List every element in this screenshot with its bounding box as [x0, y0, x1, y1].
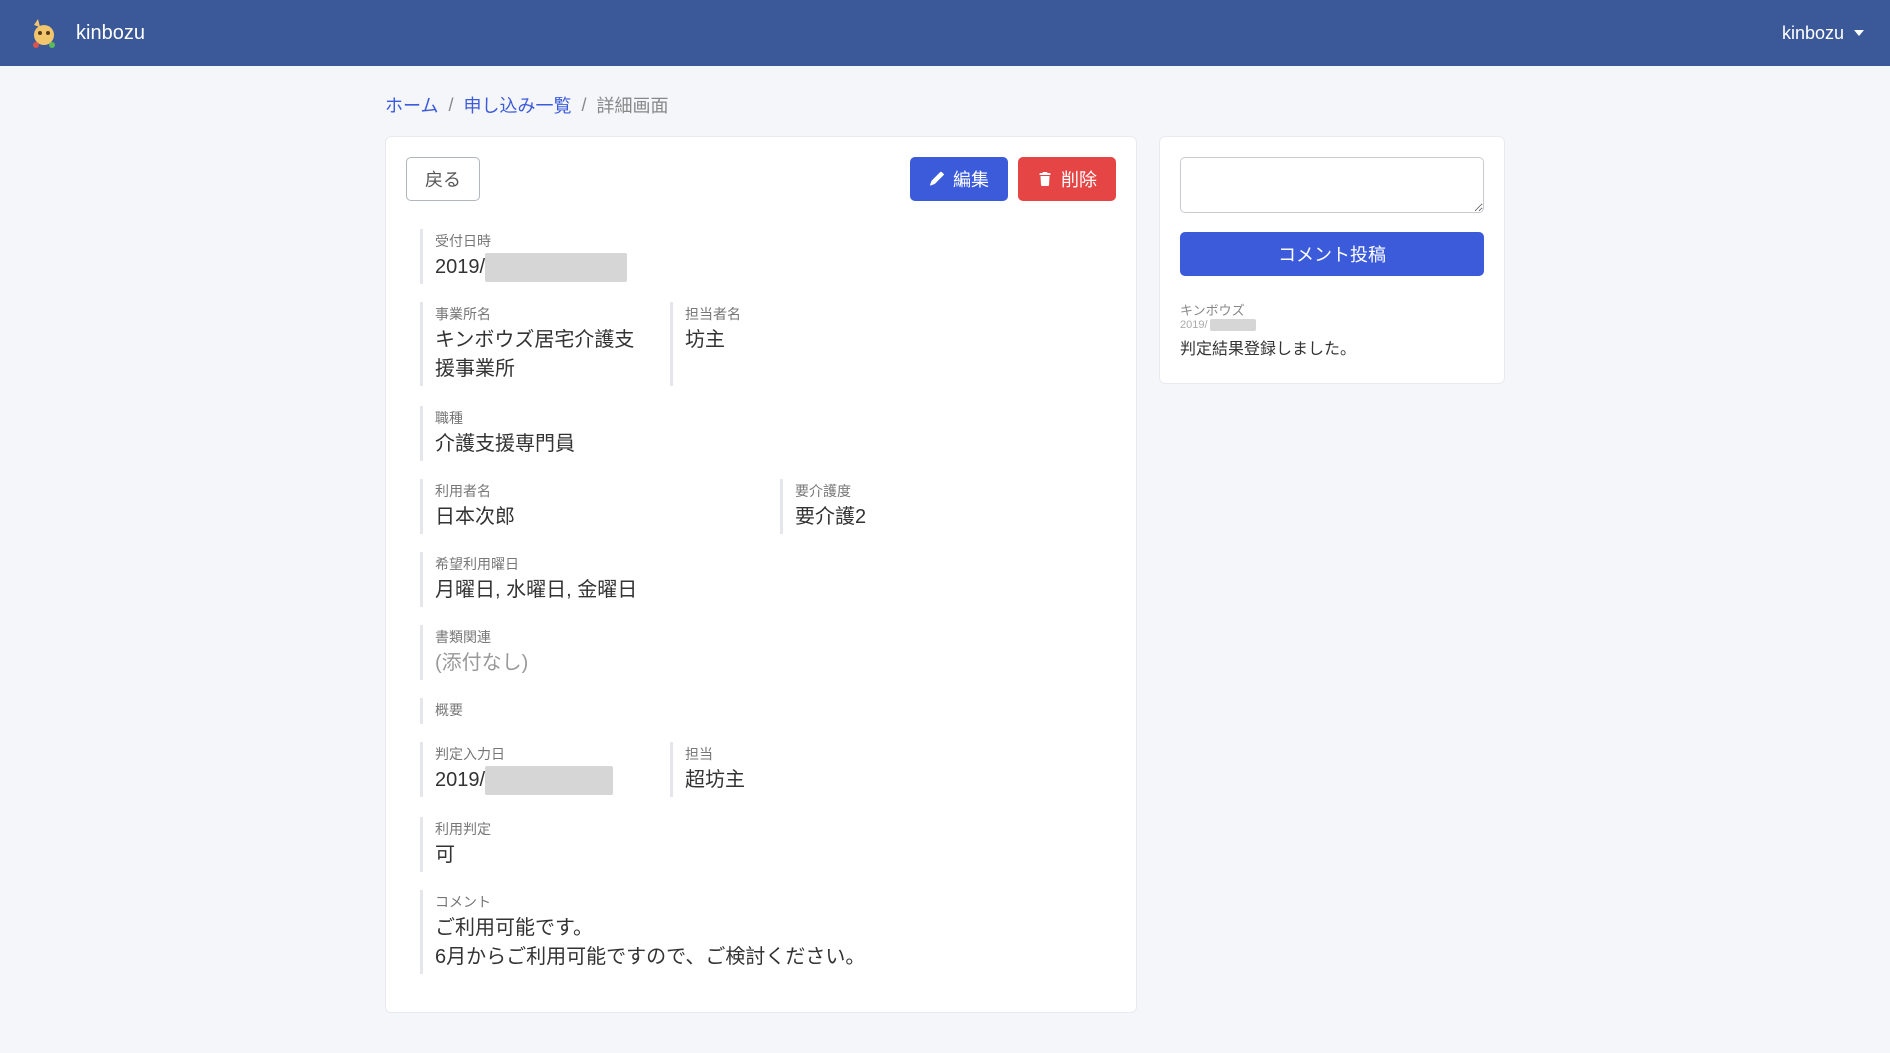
field-label: 希望利用曜日 — [435, 554, 1116, 574]
breadcrumb-list[interactable]: 申し込み一覧 — [463, 92, 571, 118]
field-judge-date: 判定入力日 2019/█████████ — [420, 742, 650, 797]
edit-icon — [929, 171, 945, 187]
field-label: コメント — [435, 892, 1116, 912]
delete-button[interactable]: 削除 — [1018, 157, 1116, 201]
field-desired-days: 希望利用曜日 月曜日, 水曜日, 金曜日 — [420, 552, 1116, 607]
comment-item: キンボウズ 2019/██████ 判定結果登録しました。 — [1180, 300, 1484, 359]
navbar-brand-group[interactable]: kinbozu — [26, 15, 145, 51]
field-person: 担当者名 坊主 — [670, 302, 900, 386]
redacted-text: ██████████ — [485, 253, 627, 282]
field-label: 職種 — [435, 408, 650, 428]
field-value: 坊主 — [685, 326, 900, 355]
field-value: ご利用可能です。 6月からご利用可能ですので、ご検討ください。 — [435, 914, 1116, 972]
trash-icon — [1037, 171, 1053, 187]
field-label: 判定入力日 — [435, 744, 650, 764]
field-docs: 書類関連 (添付なし) — [420, 625, 1116, 680]
chevron-down-icon — [1854, 30, 1864, 36]
brand-text: kinbozu — [76, 22, 145, 45]
field-value: 介護支援専門員 — [435, 430, 650, 459]
detail-toolbar: 戻る 編集 削除 — [406, 157, 1116, 201]
field-value: 可 — [435, 841, 650, 870]
comment-submit-button[interactable]: コメント投稿 — [1180, 232, 1484, 276]
user-menu[interactable]: kinbozu — [1782, 23, 1864, 44]
redacted-text: ██████ — [1210, 319, 1257, 331]
breadcrumb: ホーム / 申し込み一覧 / 詳細画面 — [385, 86, 1505, 136]
breadcrumb-home[interactable]: ホーム — [385, 92, 438, 118]
comment-body: 判定結果登録しました。 — [1180, 335, 1484, 359]
field-label: 利用判定 — [435, 819, 650, 839]
field-label: 担当者名 — [685, 304, 900, 324]
field-label: 要介護度 — [795, 481, 1000, 501]
field-care-level: 要介護度 要介護2 — [780, 479, 1000, 534]
redacted-text: █████████ — [485, 766, 613, 795]
field-overview: 概要 — [420, 698, 1116, 724]
field-label: 利用者名 — [435, 481, 760, 501]
field-value: 超坊主 — [685, 766, 900, 795]
breadcrumb-separator: / — [581, 95, 586, 116]
user-menu-label: kinbozu — [1782, 23, 1844, 44]
field-value: 2019/█████████ — [435, 766, 650, 795]
field-label: 受付日時 — [435, 231, 1116, 251]
field-assignee: 担当 超坊主 — [670, 742, 900, 797]
field-judgement: 利用判定 可 — [420, 817, 650, 872]
field-value: (添付なし) — [435, 649, 1116, 678]
comment-date: 2019/██████ — [1180, 319, 1484, 331]
field-label: 担当 — [685, 744, 900, 764]
edit-button[interactable]: 編集 — [910, 157, 1008, 201]
brand-logo-icon — [26, 15, 62, 51]
field-value: 日本次郎 — [435, 503, 760, 532]
comment-input[interactable] — [1180, 157, 1484, 213]
comment-panel: コメント投稿 キンボウズ 2019/██████ 判定結果登録しました。 — [1159, 136, 1505, 384]
field-comment: コメント ご利用可能です。 6月からご利用可能ですので、ご検討ください。 — [420, 890, 1116, 974]
field-label: 事業所名 — [435, 304, 650, 324]
field-label: 概要 — [435, 700, 1116, 720]
field-job: 職種 介護支援専門員 — [420, 406, 650, 461]
field-value: 月曜日, 水曜日, 金曜日 — [435, 576, 1116, 605]
delete-button-label: 削除 — [1061, 166, 1097, 192]
field-value: キンボウズ居宅介護支援事業所 — [435, 326, 650, 384]
comment-author: キンボウズ — [1180, 300, 1484, 319]
breadcrumb-separator: / — [448, 95, 453, 116]
field-value: 2019/██████████ — [435, 253, 1116, 282]
breadcrumb-current: 詳細画面 — [597, 92, 669, 118]
field-office: 事業所名 キンボウズ居宅介護支援事業所 — [420, 302, 650, 386]
back-button[interactable]: 戻る — [406, 157, 480, 201]
field-user-name: 利用者名 日本次郎 — [420, 479, 760, 534]
edit-button-label: 編集 — [953, 166, 989, 192]
field-received-at: 受付日時 2019/██████████ — [420, 229, 1116, 284]
navbar: kinbozu kinbozu — [0, 0, 1890, 66]
field-label: 書類関連 — [435, 627, 1116, 647]
field-value: 要介護2 — [795, 503, 1000, 532]
detail-card: 戻る 編集 削除 — [385, 136, 1137, 1013]
